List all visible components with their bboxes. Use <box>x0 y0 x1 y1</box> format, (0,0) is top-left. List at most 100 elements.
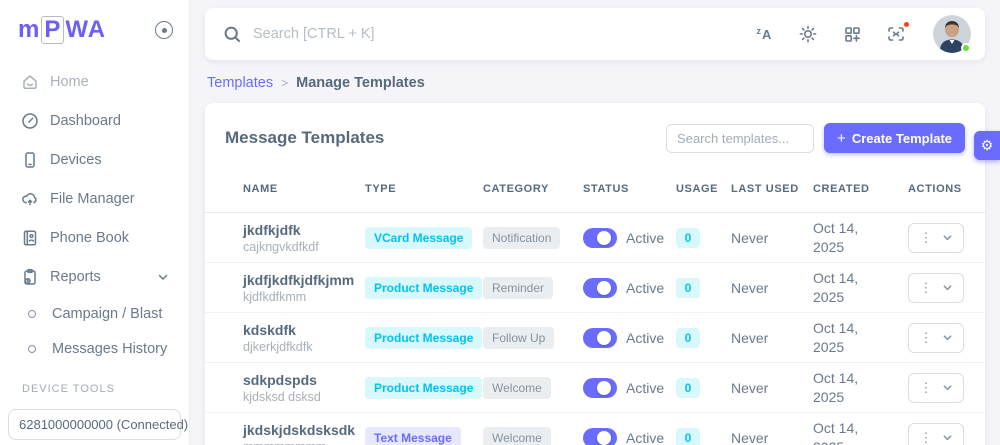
last-used-cell: Never <box>731 430 813 445</box>
screen-status-icon[interactable] <box>885 23 907 45</box>
vertical-dots-icon: ⋮ <box>920 281 933 294</box>
status-toggle[interactable] <box>583 328 617 348</box>
sidebar-item-phone-book[interactable]: Phone Book <box>0 220 189 256</box>
sidebar-item-messages-history[interactable]: Messages History <box>0 333 189 365</box>
search-icon[interactable] <box>221 23 243 45</box>
row-actions-button[interactable]: ⋮ <box>908 273 964 303</box>
logo-text: WA <box>65 18 106 42</box>
column-header-created[interactable]: CREATED <box>813 183 908 195</box>
status-cell: Active <box>583 278 676 298</box>
created-cell: Oct 14, 2025 <box>813 219 873 255</box>
column-header-type[interactable]: TYPE <box>365 183 483 195</box>
translate-icon[interactable]: zA <box>753 23 775 45</box>
vertical-dots-icon: ⋮ <box>920 331 933 344</box>
logo-text: m <box>18 18 40 42</box>
sidebar-item-home[interactable]: Home <box>0 64 189 100</box>
actions-cell: ⋮ <box>908 223 965 253</box>
template-subtitle: cajkngvkdfkdf <box>243 240 365 254</box>
create-template-label: Create Template <box>852 131 952 146</box>
type-cell: Product Message <box>365 327 483 349</box>
category-cell: Welcome <box>483 427 583 445</box>
main-content: zA Templat <box>190 0 1000 445</box>
sidebar-item-reports[interactable]: Reports <box>0 259 189 295</box>
column-header-status[interactable]: STATUS <box>583 183 676 195</box>
usage-cell: 0 <box>676 378 731 398</box>
status-toggle[interactable] <box>583 378 617 398</box>
category-badge: Notification <box>483 227 560 249</box>
template-name-cell: jkdskjdskdsksdk mmmmmmmm <box>225 422 365 445</box>
panel-title: Message Templates <box>225 128 384 148</box>
global-search-input[interactable] <box>253 26 553 42</box>
row-actions-button[interactable]: ⋮ <box>908 373 964 403</box>
notification-badge-dot <box>903 21 910 28</box>
sidebar-item-file-manager[interactable]: File Manager <box>0 181 189 217</box>
sidebar-item-devices[interactable]: Devices <box>0 142 189 178</box>
table-row: jkdfjkdfkjdfkjmm kjdfkdfkmm Product Mess… <box>205 263 985 313</box>
toggle-knob <box>597 281 611 295</box>
app-logo[interactable]: mPWA <box>18 16 106 44</box>
type-cell: Product Message <box>365 377 483 399</box>
table-header-row: NAME TYPE CATEGORY STATUS USAGE LAST USE… <box>205 165 985 213</box>
user-avatar[interactable] <box>933 15 971 53</box>
column-header-last-used[interactable]: LAST USED <box>731 183 813 195</box>
create-template-button[interactable]: + Create Template <box>824 123 965 153</box>
category-cell: Follow Up <box>483 327 583 349</box>
file-manager-icon <box>20 189 40 209</box>
logo-text-boxed: P <box>41 16 64 44</box>
table-row: sdkpdspds kjdsksd dsksd Product Message … <box>205 363 985 413</box>
chevron-down-icon <box>942 432 953 443</box>
column-header-name[interactable]: NAME <box>225 183 365 195</box>
row-actions-button[interactable]: ⋮ <box>908 223 964 253</box>
column-header-usage[interactable]: USAGE <box>676 183 731 195</box>
status-label: Active <box>626 430 664 445</box>
breadcrumb: Templates > Manage Templates <box>205 60 985 103</box>
actions-cell: ⋮ <box>908 323 965 353</box>
template-subtitle: kjdfkdfkmm <box>243 290 365 304</box>
vertical-dots-icon: ⋮ <box>920 231 933 244</box>
usage-badge: 0 <box>676 428 700 445</box>
template-search-input[interactable] <box>666 124 814 153</box>
status-label: Active <box>626 380 664 396</box>
column-header-category[interactable]: CATEGORY <box>483 183 583 195</box>
created-cell: Oct 14, 2025 <box>813 419 873 445</box>
device-selector[interactable]: 6281000000000 (Connected) <box>8 409 181 440</box>
last-used-cell: Never <box>731 230 813 246</box>
table-row: jkdfkjdfk cajkngvkdfkdf VCard Message No… <box>205 213 985 263</box>
sidebar-item-campaign-blast[interactable]: Campaign / Blast <box>0 298 189 330</box>
status-toggle[interactable] <box>583 228 617 248</box>
row-actions-button[interactable]: ⋮ <box>908 323 964 353</box>
type-badge: Product Message <box>365 327 482 349</box>
row-actions-button[interactable]: ⋮ <box>908 423 964 445</box>
vertical-dots-icon: ⋮ <box>920 381 933 394</box>
template-name: sdkpdspds <box>243 372 365 388</box>
type-cell: VCard Message <box>365 227 483 249</box>
column-header-actions[interactable]: ACTIONS <box>908 183 970 195</box>
usage-cell: 0 <box>676 228 731 248</box>
sidebar-item-dashboard[interactable]: Dashboard <box>0 103 189 139</box>
status-cell: Active <box>583 428 676 445</box>
phone-book-icon <box>20 228 40 248</box>
category-cell: Notification <box>483 227 583 249</box>
chevron-down-icon <box>942 332 953 343</box>
status-label: Active <box>626 330 664 346</box>
light-mode-icon[interactable] <box>797 23 819 45</box>
usage-cell: 0 <box>676 278 731 298</box>
settings-gear-fab[interactable]: ⚙ <box>974 131 1000 160</box>
type-badge: Text Message <box>365 427 461 445</box>
usage-cell: 0 <box>676 428 731 445</box>
created-cell: Oct 14, 2025 <box>813 369 873 405</box>
sidebar-collapse-toggle-icon[interactable] <box>155 21 173 39</box>
sidebar-item-label: Campaign / Blast <box>52 306 162 322</box>
breadcrumb-link-templates[interactable]: Templates <box>207 75 273 91</box>
status-toggle[interactable] <box>583 428 617 445</box>
breadcrumb-current: Manage Templates <box>296 75 425 91</box>
toggle-knob <box>597 231 611 245</box>
status-cell: Active <box>583 328 676 348</box>
dashboard-icon <box>20 111 40 131</box>
status-label: Active <box>626 230 664 246</box>
status-toggle[interactable] <box>583 278 617 298</box>
last-used-cell: Never <box>731 280 813 296</box>
sidebar-item-label: Dashboard <box>50 113 121 129</box>
apps-grid-icon[interactable] <box>841 23 863 45</box>
plus-icon: + <box>837 131 846 146</box>
